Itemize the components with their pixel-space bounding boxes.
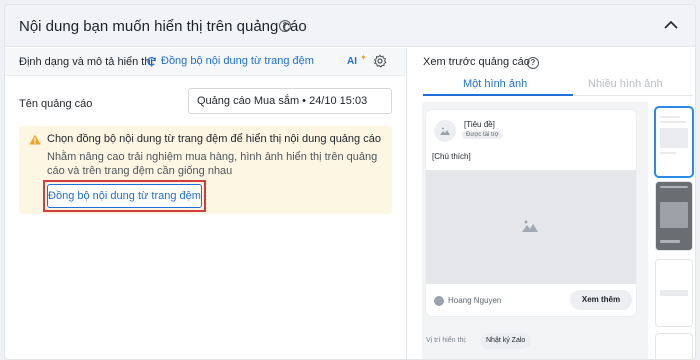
chevron-up-icon[interactable] bbox=[663, 19, 679, 31]
ad-format-section: Định dạng và mô tả hiển thị Đồng bộ nội … bbox=[5, 48, 407, 359]
format-toolbar: Định dạng và mô tả hiển thị Đồng bộ nội … bbox=[5, 48, 406, 76]
sparkle-icon: ✦ bbox=[360, 53, 367, 62]
section-label: Định dạng và mô tả hiển thị bbox=[19, 56, 153, 68]
tab-multiple-images[interactable]: Nhiều hình ảnh bbox=[588, 78, 663, 90]
user-avatar-icon bbox=[434, 296, 444, 306]
image-placeholder-icon bbox=[440, 127, 450, 135]
preview-title: Xem trước quảng cáo bbox=[423, 56, 530, 68]
avatar bbox=[434, 120, 456, 142]
sync-content-button[interactable]: Đồng bộ nội dung từ trang đệm bbox=[47, 184, 202, 208]
tab-single-image[interactable]: Một hình ảnh bbox=[463, 78, 527, 90]
media-placeholder bbox=[426, 170, 636, 284]
preview-thumbnail-story[interactable] bbox=[656, 182, 692, 250]
ad-content-panel: Nội dung bạn muốn hiển thị trên quảng cá… bbox=[4, 4, 696, 360]
preview-thumbnail-more[interactable] bbox=[656, 334, 692, 359]
help-icon[interactable]: ? bbox=[279, 20, 291, 32]
help-icon[interactable]: ? bbox=[527, 57, 539, 69]
gear-icon[interactable] bbox=[373, 54, 387, 68]
ad-name-input[interactable]: Quảng cáo Mua sắm • 24/10 15:03 bbox=[188, 88, 392, 114]
sync-icon bbox=[147, 56, 156, 66]
placement-chip[interactable]: Nhật ký Zalo bbox=[480, 333, 532, 349]
image-placeholder-icon bbox=[522, 220, 538, 232]
ad-name-label: Tên quảng cáo bbox=[19, 98, 93, 110]
ad-preview-card: [Tiêu đề] Được tài trợ [Chú thích] Hoang… bbox=[426, 110, 636, 316]
card-caption: [Chú thích] bbox=[432, 152, 471, 161]
preview-canvas: [Tiêu đề] Được tài trợ [Chú thích] Hoang… bbox=[422, 102, 648, 359]
see-more-button[interactable]: Xem thêm bbox=[570, 290, 632, 310]
sponsored-badge: Được tài trợ bbox=[462, 131, 503, 139]
preview-thumbnail-banner[interactable] bbox=[656, 260, 692, 326]
sync-content-link[interactable]: Đồng bộ nội dung từ trang đệm bbox=[146, 55, 314, 67]
page-title: Nội dung bạn muốn hiển thị trên quảng cá… bbox=[19, 18, 307, 35]
ad-preview-section: Xem trước quảng cáo ? Một hình ảnh Nhiều… bbox=[408, 48, 695, 359]
warning-icon bbox=[29, 134, 41, 145]
active-tab-indicator bbox=[423, 94, 573, 96]
preview-thumbnail-feed[interactable] bbox=[656, 108, 692, 176]
sync-warning-box: Chọn đồng bộ nội dung từ trang đệm để hi… bbox=[19, 126, 392, 214]
placement-label: Vị trí hiển thị: bbox=[426, 337, 467, 344]
card-title: [Tiêu đề] bbox=[464, 120, 495, 129]
warning-title: Chọn đồng bộ nội dung từ trang đệm để hi… bbox=[47, 133, 381, 145]
warning-body: Nhằm nâng cao trải nghiệm mua hàng, hình… bbox=[47, 151, 378, 177]
panel-header[interactable]: Nội dung bạn muốn hiển thị trên quảng cá… bbox=[5, 5, 695, 47]
sync-link-label: Đồng bộ nội dung từ trang đệm bbox=[161, 55, 314, 67]
card-user-name: Hoang Nguyen bbox=[448, 296, 502, 305]
sync-button-highlight: Đồng bộ nội dung từ trang đệm bbox=[43, 180, 206, 212]
ai-button[interactable]: AI bbox=[347, 56, 357, 67]
